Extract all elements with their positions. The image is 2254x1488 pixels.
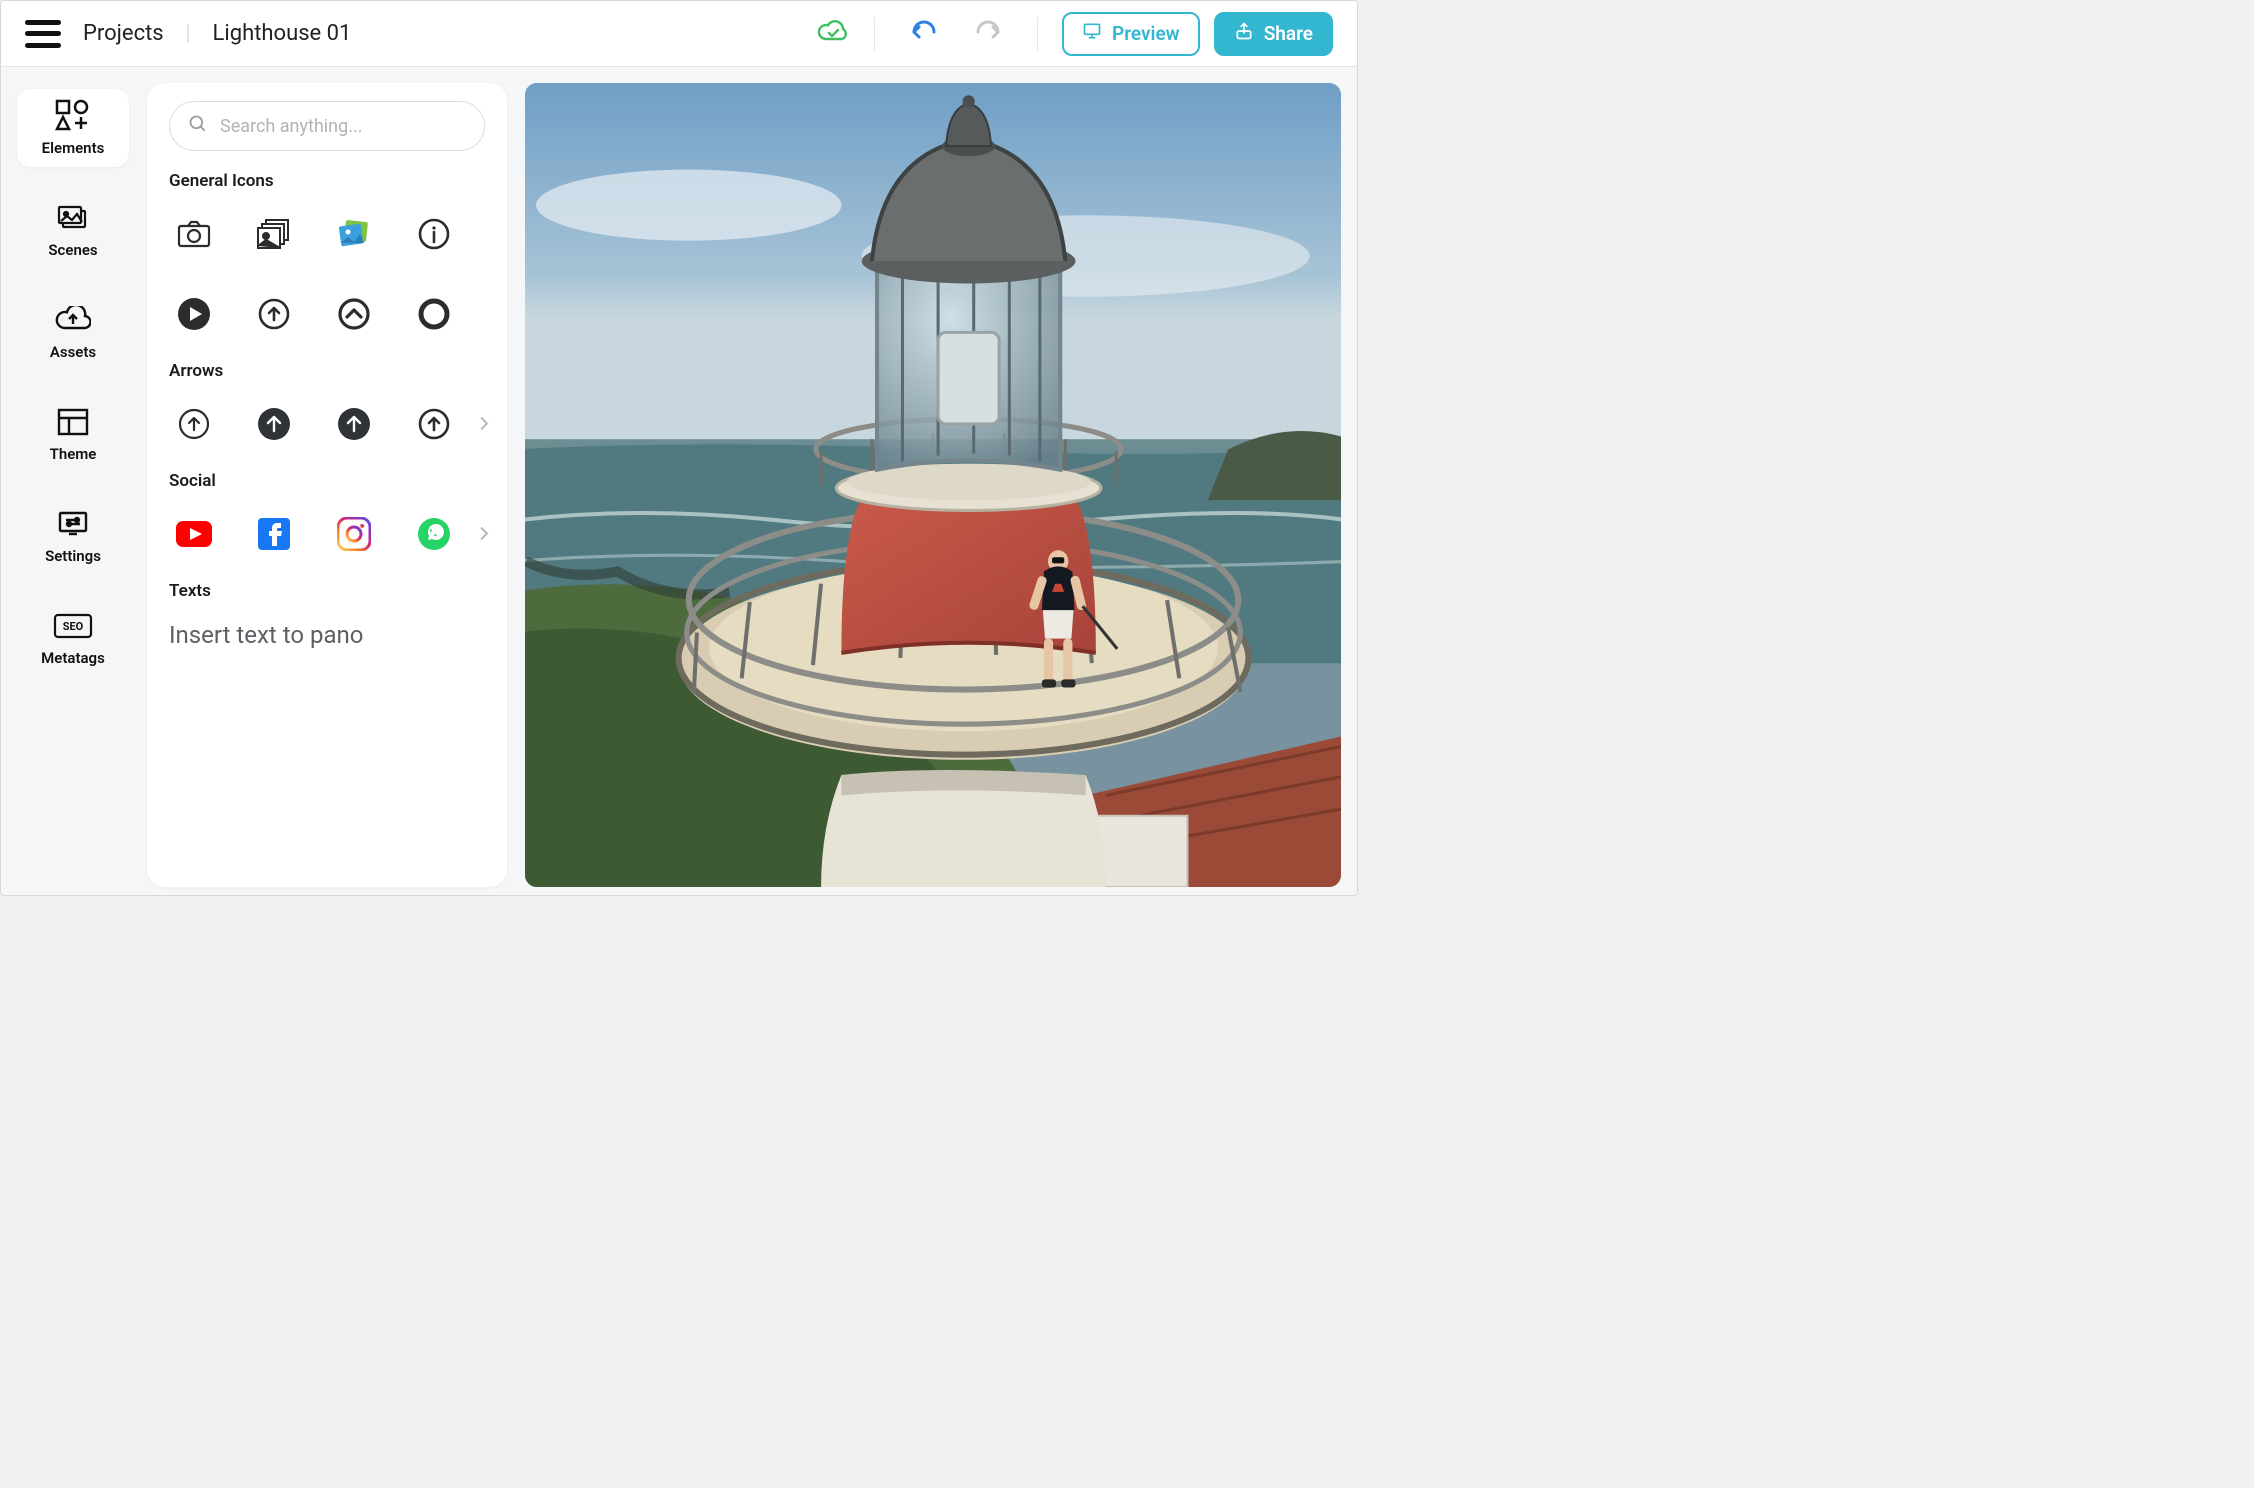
seo-icon: SEO [53,609,93,643]
share-button[interactable]: Share [1214,12,1333,56]
arrow-up-solid-dark-icon[interactable] [255,405,293,443]
up-circle-outline-icon[interactable] [255,295,293,333]
share-icon [1234,21,1254,46]
section-title-social: Social [169,471,485,491]
sidebar-item-label: Scenes [48,241,97,259]
camera-icon[interactable] [175,215,213,253]
section-title-general: General Icons [169,171,485,191]
projects-link[interactable]: Projects [83,21,164,46]
insert-text-element[interactable]: Insert text to pano [169,621,485,649]
whatsapp-icon[interactable] [415,515,453,553]
scenes-icon [53,201,93,235]
sidebar-item-label: Settings [45,547,101,565]
theme-icon [53,405,93,439]
sidebar-item-scenes[interactable]: Scenes [17,191,129,269]
share-label: Share [1264,22,1313,45]
sidebar-item-assets[interactable]: Assets [17,293,129,371]
cloud-saved-icon [816,19,850,49]
elements-icon [53,99,93,133]
project-title: Lighthouse 01 [213,21,352,46]
settings-icon [53,507,93,541]
search-input[interactable] [220,116,466,137]
breadcrumb-separator: | [186,21,191,46]
arrow-up-outline2-icon[interactable] [415,405,453,443]
menu-button[interactable] [25,20,61,48]
redo-button[interactable] [963,15,1013,53]
sidebar-item-theme[interactable]: Theme [17,395,129,473]
instagram-icon[interactable] [335,515,373,553]
gallery-icon[interactable] [255,215,293,253]
sidebar-item-label: Elements [42,139,105,157]
section-title-texts: Texts [169,581,485,601]
social-more-button[interactable] [479,526,489,547]
sidebar-item-label: Theme [50,445,97,463]
info-icon[interactable] [415,215,453,253]
play-icon[interactable] [175,295,213,333]
presentation-icon [1082,21,1102,46]
sidebar-item-metatags[interactable]: SEO Metatags [17,599,129,677]
section-title-arrows: Arrows [169,361,485,381]
undo-button[interactable] [899,15,949,53]
breadcrumb: Projects | Lighthouse 01 [83,21,351,46]
sidebar: Elements Scenes Assets Theme [17,83,129,887]
preview-label: Preview [1112,22,1180,45]
ring-icon[interactable] [415,295,453,333]
sidebar-item-label: Assets [50,343,96,361]
sidebar-item-label: Metatags [41,649,105,667]
search-icon [188,114,208,138]
sidebar-item-settings[interactable]: Settings [17,497,129,575]
svg-text:SEO: SEO [63,620,84,633]
toolbar-divider [1037,17,1038,51]
arrow-up-solid-dark2-icon[interactable] [335,405,373,443]
search-field[interactable] [169,101,485,151]
youtube-icon[interactable] [175,515,213,553]
sidebar-item-elements[interactable]: Elements [17,89,129,167]
assets-icon [53,303,93,337]
toolbar-divider [874,17,875,51]
chevron-up-circle-icon[interactable] [335,295,373,333]
arrows-more-button[interactable] [479,416,489,437]
arrow-up-outline-icon[interactable] [175,405,213,443]
picture-icon[interactable] [335,215,373,253]
facebook-icon[interactable] [255,515,293,553]
preview-button[interactable]: Preview [1062,12,1200,56]
elements-panel: General Icons [147,83,507,887]
panorama-viewport[interactable] [525,83,1341,887]
